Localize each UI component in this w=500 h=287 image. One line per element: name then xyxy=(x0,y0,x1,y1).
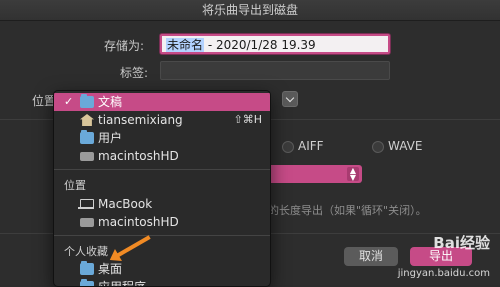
radio-aiff[interactable] xyxy=(282,141,294,153)
expand-chevron-button[interactable] xyxy=(282,91,298,107)
format-aiff-label: AIFF xyxy=(298,139,324,153)
favorites-header: 个人收藏 xyxy=(64,245,108,258)
devices-header: 位置 xyxy=(64,179,86,192)
menu-item-label: 文稿 xyxy=(98,95,123,109)
menu-item-documents[interactable]: ✓ 文稿 xyxy=(54,93,270,111)
menu-item-macintoshhd[interactable]: macintoshHD xyxy=(54,147,270,165)
folder-icon xyxy=(80,94,94,108)
tags-label: 标签: xyxy=(120,66,149,80)
folder-icon xyxy=(80,261,94,275)
menu-item-users[interactable]: 用户 xyxy=(54,129,270,147)
menu-item-home[interactable]: tiansemixiang ⇧⌘H xyxy=(54,111,270,129)
drive-icon xyxy=(80,218,94,227)
laptop-icon xyxy=(78,199,94,209)
menu-item-macintoshhd-device[interactable]: macintoshHD xyxy=(54,213,270,231)
drive-icon xyxy=(80,152,94,161)
menu-item-label: 用户 xyxy=(98,131,123,145)
menu-item-desktop[interactable]: 桌面 xyxy=(54,260,270,278)
tags-input[interactable] xyxy=(160,61,390,80)
menu-item-label: MacBook xyxy=(98,197,153,211)
format-select[interactable]: ▲ ▼ xyxy=(268,165,362,183)
menu-item-macbook[interactable]: MacBook xyxy=(54,195,270,213)
save-as-label: 存储为: xyxy=(104,39,145,53)
checkmark-icon: ✓ xyxy=(64,95,74,108)
watermark-brand: Bai经验 xyxy=(433,234,490,252)
menu-item-label: macintoshHD xyxy=(98,149,179,163)
save-as-input[interactable]: 未命名 - 2020/1/28 19.39 xyxy=(160,34,390,54)
select-stepper-icon: ▲ ▼ xyxy=(347,167,359,182)
window-title: 将乐曲导出到磁盘 xyxy=(0,0,500,21)
radio-wave[interactable] xyxy=(372,141,384,153)
menu-item-label: macintoshHD xyxy=(98,215,179,229)
cancel-button[interactable]: 取消 xyxy=(344,247,398,266)
loop-hint-text: 的长度导出（如果"循环"关闭）。 xyxy=(268,204,427,217)
location-dropdown-menu: ✓ 文稿 tiansemixiang ⇧⌘H 用户 macintoshHD 位置… xyxy=(53,90,271,287)
menu-item-label: tiansemixiang xyxy=(98,113,183,127)
folder-icon xyxy=(80,279,94,286)
watermark-url: jingyan.baidu.com xyxy=(397,268,490,279)
menu-item-label: 应用程序 xyxy=(98,280,147,287)
shortcut-label: ⇧⌘H xyxy=(233,113,263,126)
format-wave-label: WAVE xyxy=(388,139,423,153)
home-icon xyxy=(80,114,94,126)
save-as-rest-text: - 2020/1/28 19.39 xyxy=(204,38,316,52)
save-as-selected-text: 未命名 xyxy=(166,38,205,52)
menu-item-applications[interactable]: 应用程序 xyxy=(54,278,270,287)
folder-icon xyxy=(80,130,94,144)
